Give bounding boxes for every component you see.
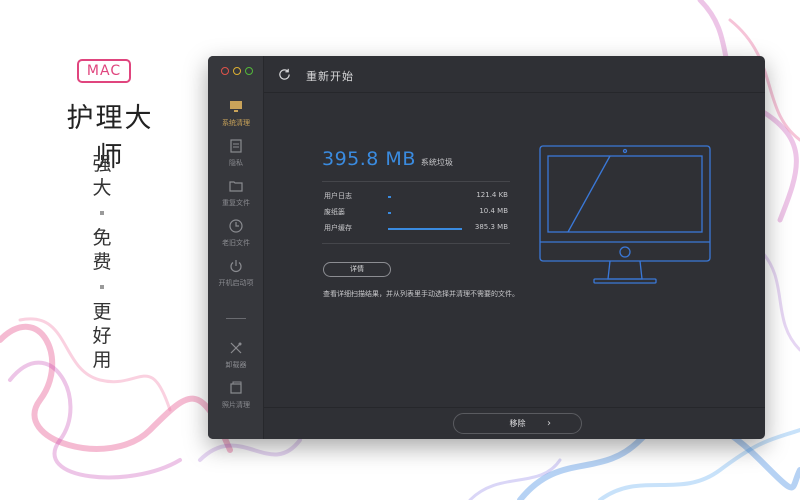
sidebar-item-old-files[interactable]: 老旧文件 — [208, 218, 264, 258]
junk-item-row: 用户缓存 385.3 MB — [322, 223, 510, 235]
details-description: 查看详细扫描结果，并从列表里手动选择并清理不需要的文件。 — [323, 290, 519, 298]
chevron-right-icon: › — [547, 418, 551, 429]
slogan-char: 强 — [92, 153, 112, 175]
window-title[interactable]: 重新开始 — [306, 68, 354, 84]
sidebar-item-label: 开机启动项 — [218, 279, 254, 287]
slogan-char: 大 — [92, 177, 112, 199]
junk-item-bar — [388, 212, 391, 214]
sidebar-item-privacy[interactable]: 隐私 — [208, 138, 264, 178]
slogan-separator — [100, 211, 104, 215]
sidebar-item-system-clean[interactable]: 系统清理 — [208, 98, 264, 138]
junk-item-bar — [388, 196, 391, 198]
sidebar-item-label: 卸载器 — [225, 361, 247, 369]
junk-item-name: 用户缓存 — [324, 224, 352, 232]
power-icon — [230, 260, 242, 273]
clock-icon — [229, 219, 243, 233]
slogan-char: 免 — [92, 227, 112, 249]
remove-button[interactable]: 移除 › — [453, 413, 582, 434]
divider — [322, 181, 510, 182]
folder-icon — [229, 181, 243, 192]
slogan-char: 用 — [92, 349, 112, 371]
sidebar: 系统清理 隐私 重复文件 老旧文件 开机启动项 卸载器 照片清理 — [208, 56, 264, 439]
main-content: 395.8 MB 系统垃圾 用户日志 121.4 KB 废纸篓 10.4 MB … — [264, 94, 765, 407]
slogan-char: 更 — [92, 301, 112, 323]
junk-item-name: 废纸篓 — [324, 208, 345, 216]
slogan-char: 好 — [92, 325, 112, 347]
sidebar-item-label: 老旧文件 — [222, 239, 250, 247]
junk-item-row: 废纸篓 10.4 MB — [322, 207, 510, 219]
imac-illustration — [539, 145, 711, 284]
sidebar-item-label: 系统清理 — [222, 119, 250, 127]
mac-badge: MAC — [77, 59, 131, 83]
divider — [322, 243, 510, 244]
slogan-char: 费 — [92, 251, 112, 273]
restart-icon[interactable] — [278, 68, 291, 81]
junk-item-row: 用户日志 121.4 KB — [322, 191, 510, 203]
uninstall-icon — [230, 342, 242, 354]
sidebar-item-label: 隐私 — [229, 159, 243, 167]
slogan: 强 大 免 费 更 好 用 — [88, 152, 116, 372]
junk-size: 395.8 MB — [322, 148, 416, 170]
photo-icon — [230, 381, 242, 394]
junk-item-name: 用户日志 — [324, 192, 352, 200]
junk-summary: 395.8 MB 系统垃圾 — [322, 148, 453, 170]
junk-item-bar — [388, 228, 462, 230]
list-icon — [230, 139, 242, 153]
sidebar-divider — [226, 318, 246, 319]
sidebar-item-photo-clean[interactable]: 照片清理 — [208, 380, 264, 420]
close-window-button[interactable] — [221, 67, 229, 75]
zoom-window-button[interactable] — [245, 67, 253, 75]
monitor-icon — [230, 101, 242, 112]
window-controls — [221, 67, 253, 75]
minimize-window-button[interactable] — [233, 67, 241, 75]
sidebar-item-uninstaller[interactable]: 卸载器 — [208, 340, 264, 380]
sidebar-item-startup[interactable]: 开机启动项 — [208, 258, 264, 298]
titlebar: 重新开始 — [264, 56, 765, 93]
details-button[interactable]: 详情 — [323, 262, 391, 277]
junk-size-label: 系统垃圾 — [420, 158, 453, 167]
slogan-separator — [100, 285, 104, 289]
footer: 移除 › — [264, 407, 765, 439]
junk-item-size: 10.4 MB — [479, 207, 508, 215]
sidebar-item-duplicates[interactable]: 重复文件 — [208, 178, 264, 218]
sidebar-item-label: 重复文件 — [222, 199, 250, 207]
remove-button-label: 移除 — [509, 419, 526, 428]
junk-item-size: 385.3 MB — [474, 223, 508, 231]
sidebar-item-label: 照片清理 — [222, 401, 250, 409]
app-window: 系统清理 隐私 重复文件 老旧文件 开机启动项 卸载器 照片清理 重新开始 39… — [208, 56, 765, 439]
junk-item-size: 121.4 KB — [476, 191, 508, 199]
